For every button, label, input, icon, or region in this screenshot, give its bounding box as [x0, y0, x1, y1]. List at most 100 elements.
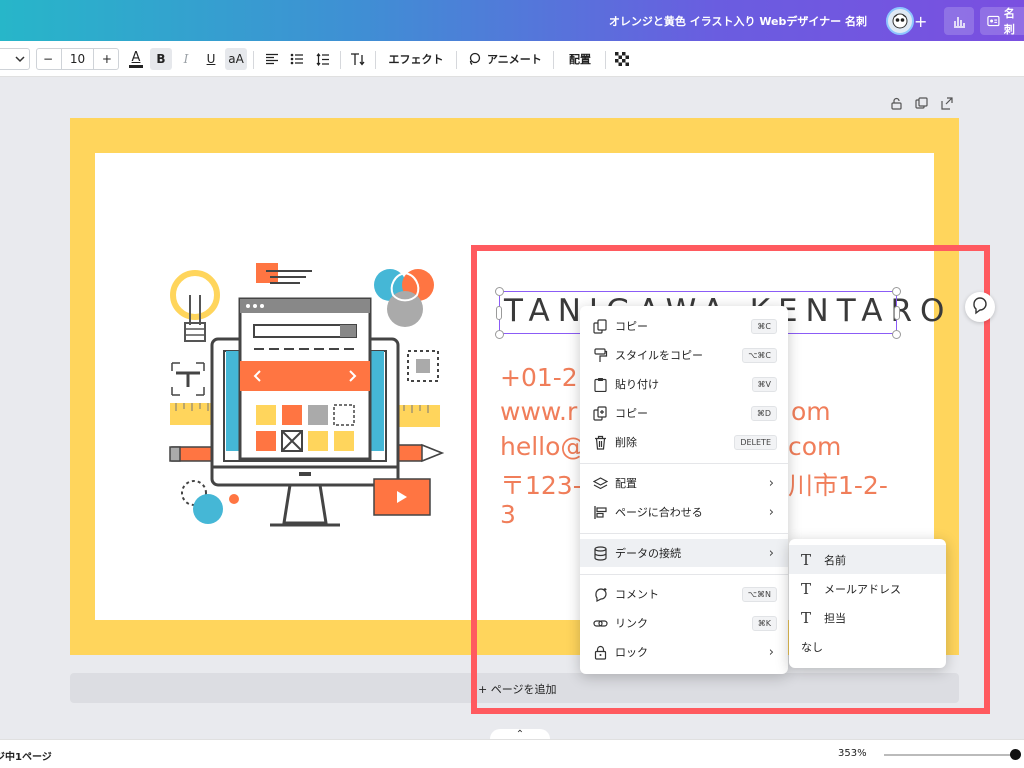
- letter-case-button[interactable]: aA: [225, 48, 247, 70]
- menu-item-delete[interactable]: 削除 DELETE: [580, 428, 788, 456]
- menu-item-label: コメント: [615, 588, 659, 601]
- chevron-right-icon: ›: [768, 504, 774, 520]
- align-left-icon: [266, 53, 278, 65]
- submenu-item-none[interactable]: なし: [789, 632, 946, 661]
- clipboard-icon: [594, 377, 607, 392]
- layers-icon: [593, 476, 608, 489]
- submenu-item-label: 名前: [824, 553, 846, 567]
- animate-label: アニメート: [487, 53, 542, 66]
- text-color-button[interactable]: A: [125, 48, 147, 70]
- duplicate-icon: [593, 405, 607, 421]
- spacing-button[interactable]: [313, 48, 333, 70]
- align-button[interactable]: [262, 48, 282, 70]
- menu-item-label: スタイルをコピー: [615, 349, 703, 362]
- menu-item-position[interactable]: 配置 ›: [580, 469, 788, 497]
- lock-icon: [594, 645, 607, 660]
- font-size-value[interactable]: 10: [70, 52, 85, 66]
- avatar[interactable]: [886, 7, 914, 35]
- shortcut-badge: DELETE: [734, 434, 777, 450]
- text-field-icon: T: [801, 579, 812, 598]
- animate-icon: [469, 52, 481, 65]
- menu-item-copy-style[interactable]: スタイルをコピー ⌥⌘C: [580, 341, 788, 369]
- submenu-item-label: メールアドレス: [824, 582, 901, 596]
- zoom-slider-handle[interactable]: [1010, 749, 1021, 760]
- menu-item-label: 貼り付け: [615, 378, 659, 391]
- link-icon: [593, 619, 608, 627]
- submenu-item-person-in-charge[interactable]: T 担当: [789, 603, 946, 632]
- zoom-slider-track[interactable]: [884, 754, 1014, 756]
- menu-item-label: リンク: [615, 617, 648, 630]
- top-bar: オレンジと黄色 イラスト入り Webデザイナー 名刺 + 名刺: [0, 0, 1024, 41]
- web-designer-illustration[interactable]: [160, 255, 450, 530]
- menu-item-comment[interactable]: コメント ⌥⌘N: [580, 580, 788, 608]
- insights-button[interactable]: [944, 7, 974, 35]
- menu-item-fit-page[interactable]: ページに合わせる ›: [580, 498, 788, 526]
- zoom-level[interactable]: 353%: [838, 748, 867, 759]
- duplicate-page-icon[interactable]: [915, 97, 928, 110]
- menu-item-label: コピー: [615, 320, 648, 333]
- font-dropdown[interactable]: [0, 48, 30, 70]
- chevron-right-icon: ›: [768, 644, 774, 660]
- vertical-text-button[interactable]: [348, 48, 368, 70]
- font-size-increase-button[interactable]: +: [102, 52, 112, 66]
- lock-page-icon[interactable]: [890, 97, 903, 110]
- chevron-right-icon: ›: [768, 475, 774, 491]
- underline-button[interactable]: U: [200, 48, 222, 70]
- menu-item-label: ロック: [615, 646, 648, 659]
- position-button[interactable]: 配置: [562, 48, 598, 70]
- shortcut-badge: ⌥⌘C: [742, 347, 777, 363]
- page-actions: [890, 97, 953, 110]
- comment-button[interactable]: [965, 292, 995, 322]
- submenu-item-label: 担当: [824, 611, 846, 625]
- share-button[interactable]: 名刺: [980, 7, 1024, 36]
- menu-item-copy[interactable]: コピー ⌘C: [580, 312, 788, 340]
- font-size-stepper[interactable]: − 10 +: [36, 48, 119, 70]
- menu-item-paste[interactable]: 貼り付け ⌘V: [580, 370, 788, 398]
- text-field-icon: T: [801, 608, 812, 627]
- page-count[interactable]: ジ中1ページ: [0, 748, 52, 763]
- menu-item-lock[interactable]: ロック ›: [580, 638, 788, 666]
- animate-button[interactable]: アニメート: [467, 48, 545, 70]
- menu-item-data-connection[interactable]: データの接続 ›: [580, 539, 788, 567]
- copy-icon: [593, 318, 607, 334]
- submenu-item-label: なし: [801, 640, 823, 654]
- text-color-swatch: [129, 64, 143, 68]
- shortcut-badge: ⌘V: [751, 376, 777, 392]
- list-button[interactable]: [287, 48, 307, 70]
- shortcut-badge: ⌥⌘N: [741, 586, 777, 602]
- menu-item-link[interactable]: リンク ⌘K: [580, 609, 788, 637]
- context-menu: コピー ⌘C スタイルをコピー ⌥⌘C 貼り付け ⌘V コピー ⌘D 削除 DE…: [580, 306, 788, 674]
- comment-icon: [595, 587, 607, 602]
- shortcut-badge: ⌘K: [751, 615, 777, 631]
- font-size-decrease-button[interactable]: −: [43, 52, 53, 66]
- shortcut-badge: ⌘D: [750, 405, 777, 421]
- menu-item-duplicate[interactable]: コピー ⌘D: [580, 399, 788, 427]
- menu-item-label: データの接続: [615, 547, 681, 560]
- bulleted-list-icon: [290, 53, 303, 65]
- comment-icon: [973, 297, 987, 315]
- add-page-icon[interactable]: [940, 97, 953, 110]
- text-direction-icon: [351, 53, 365, 66]
- id-card-icon: [987, 15, 1000, 27]
- align-icon: [594, 505, 607, 519]
- share-label: 名刺: [1003, 7, 1015, 36]
- shortcut-badge: ⌘C: [751, 318, 777, 334]
- transparency-button[interactable]: [612, 48, 632, 70]
- text-color-icon: A: [131, 49, 141, 65]
- menu-item-label: 削除: [615, 436, 637, 449]
- chevron-right-icon: ›: [768, 545, 774, 561]
- submenu-item-email[interactable]: T メールアドレス: [789, 574, 946, 603]
- italic-button[interactable]: I: [175, 48, 197, 70]
- line-spacing-icon: [316, 52, 329, 66]
- text-toolbar: − 10 + A B I U aA エフェクト アニメート 配置: [0, 41, 1024, 77]
- add-collaborator-button[interactable]: +: [914, 12, 927, 31]
- effects-button[interactable]: エフェクト: [386, 48, 446, 70]
- bold-button[interactable]: B: [150, 48, 172, 70]
- document-title[interactable]: オレンジと黄色 イラスト入り Webデザイナー 名刺: [609, 13, 867, 29]
- bar-chart-icon: [954, 17, 965, 28]
- submenu-item-name[interactable]: T 名前: [789, 545, 946, 574]
- menu-item-label: 配置: [615, 477, 637, 490]
- trash-icon: [595, 435, 606, 450]
- menu-item-label: ページに合わせる: [615, 506, 703, 519]
- paint-roller-icon: [594, 347, 608, 362]
